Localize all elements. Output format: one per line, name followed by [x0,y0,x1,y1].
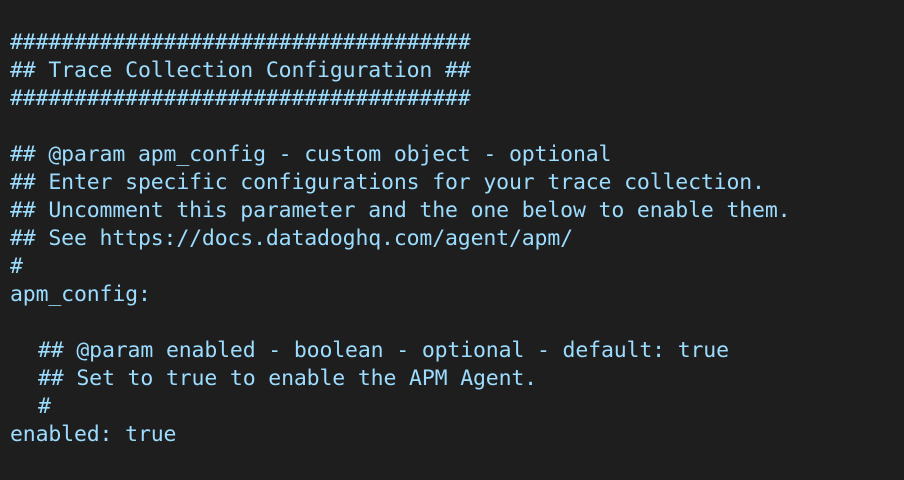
comment-line-docs-link: ## See https://docs.datadoghq.com/agent/… [10,226,573,251]
comment-line-section-title: ## Trace Collection Configuration ## [10,58,471,83]
comment-line-param-enabled: ## @param enabled - boolean - optional -… [38,338,729,363]
yaml-key-enabled: enabled: true [10,422,177,447]
comment-line-uncomment-hint: ## Uncomment this parameter and the one … [10,198,791,223]
comment-line-hash: # [10,254,23,279]
comment-line-border-top: #################################### [10,30,471,55]
comment-line-description: ## Enter specific configurations for you… [10,170,765,195]
comment-line-border-bottom: #################################### [10,86,471,111]
yaml-key-apm-config: apm_config: [10,282,151,307]
code-editor[interactable]: #################################### ## … [0,0,904,480]
comment-line-enabled-description: ## Set to true to enable the APM Agent. [38,366,537,391]
comment-line-hash-indented: # [38,394,51,419]
comment-line-param-apm-config: ## @param apm_config - custom object - o… [10,142,612,167]
